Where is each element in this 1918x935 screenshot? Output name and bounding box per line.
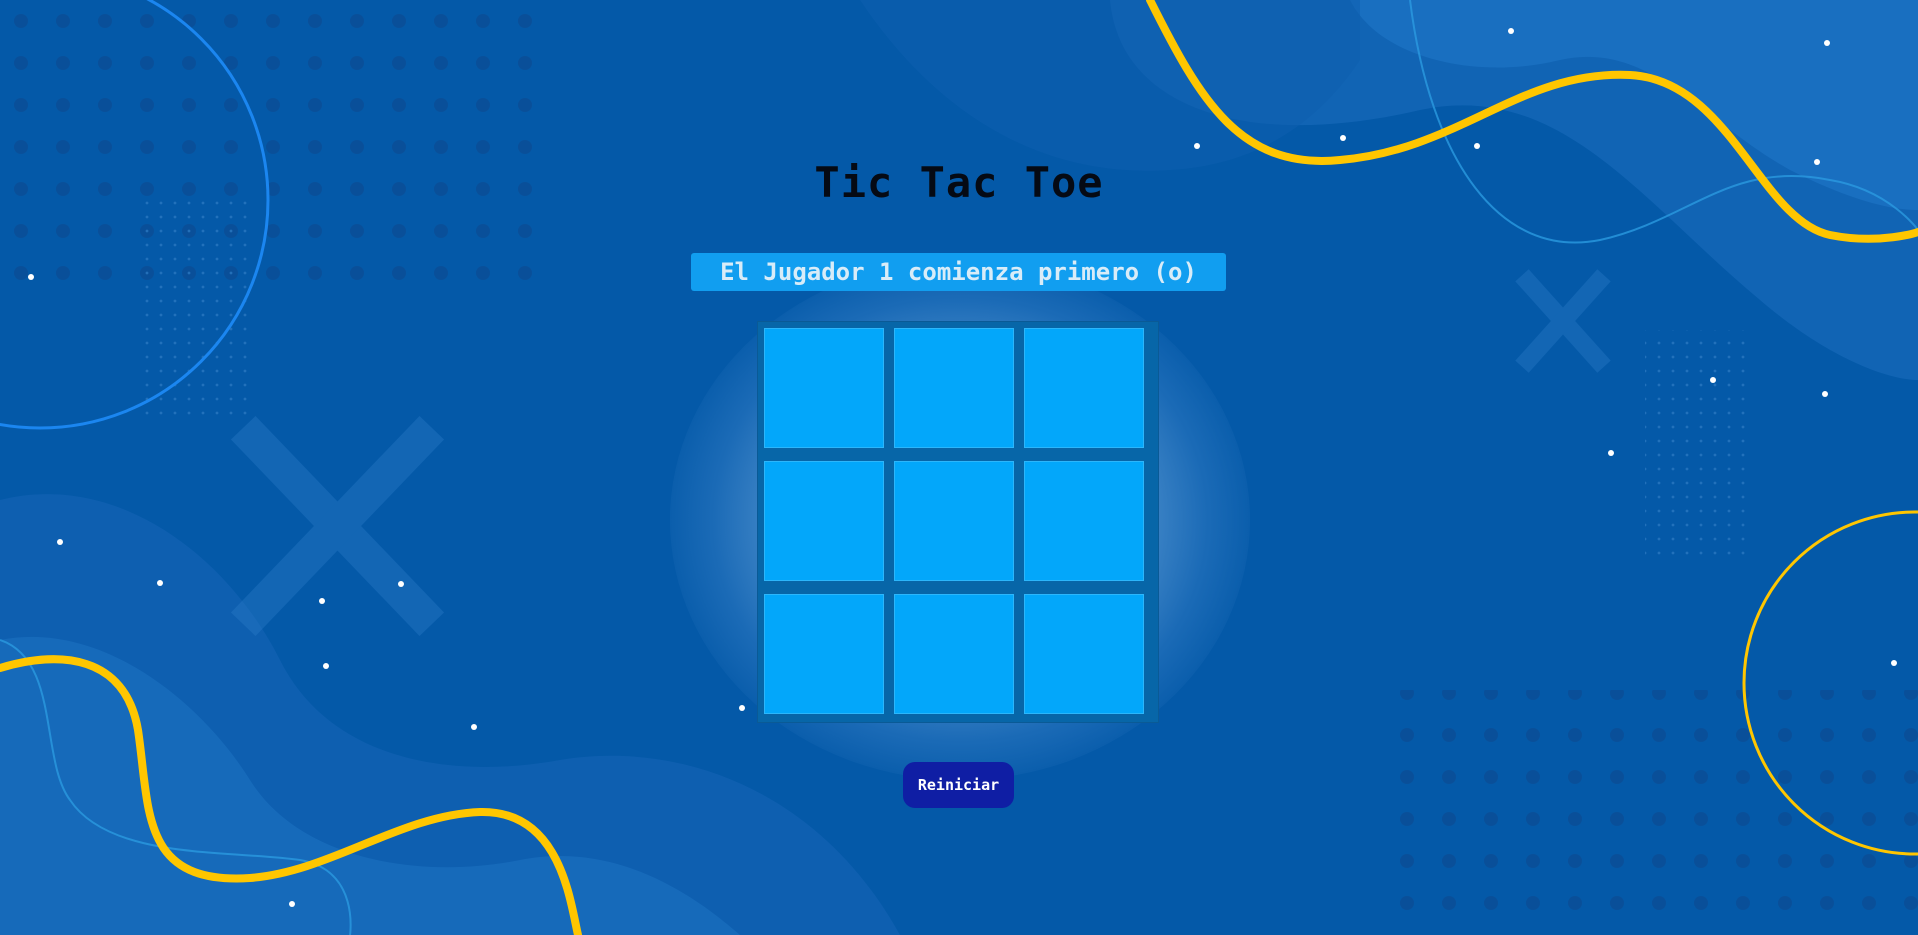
board-cell-1[interactable]: [764, 328, 884, 448]
restart-button[interactable]: Reiniciar: [903, 762, 1014, 808]
game-board: [758, 322, 1158, 722]
board-cell-7[interactable]: [764, 594, 884, 714]
board-cell-6[interactable]: [1024, 461, 1144, 581]
board-cell-2[interactable]: [894, 328, 1014, 448]
board-cell-9[interactable]: [1024, 594, 1144, 714]
board-cell-3[interactable]: [1024, 328, 1144, 448]
game-title: Tic Tac Toe: [814, 158, 1104, 207]
board-cell-4[interactable]: [764, 461, 884, 581]
board-cell-8[interactable]: [894, 594, 1014, 714]
turn-status-banner: El Jugador 1 comienza primero (o): [691, 253, 1226, 291]
board-cell-5[interactable]: [894, 461, 1014, 581]
